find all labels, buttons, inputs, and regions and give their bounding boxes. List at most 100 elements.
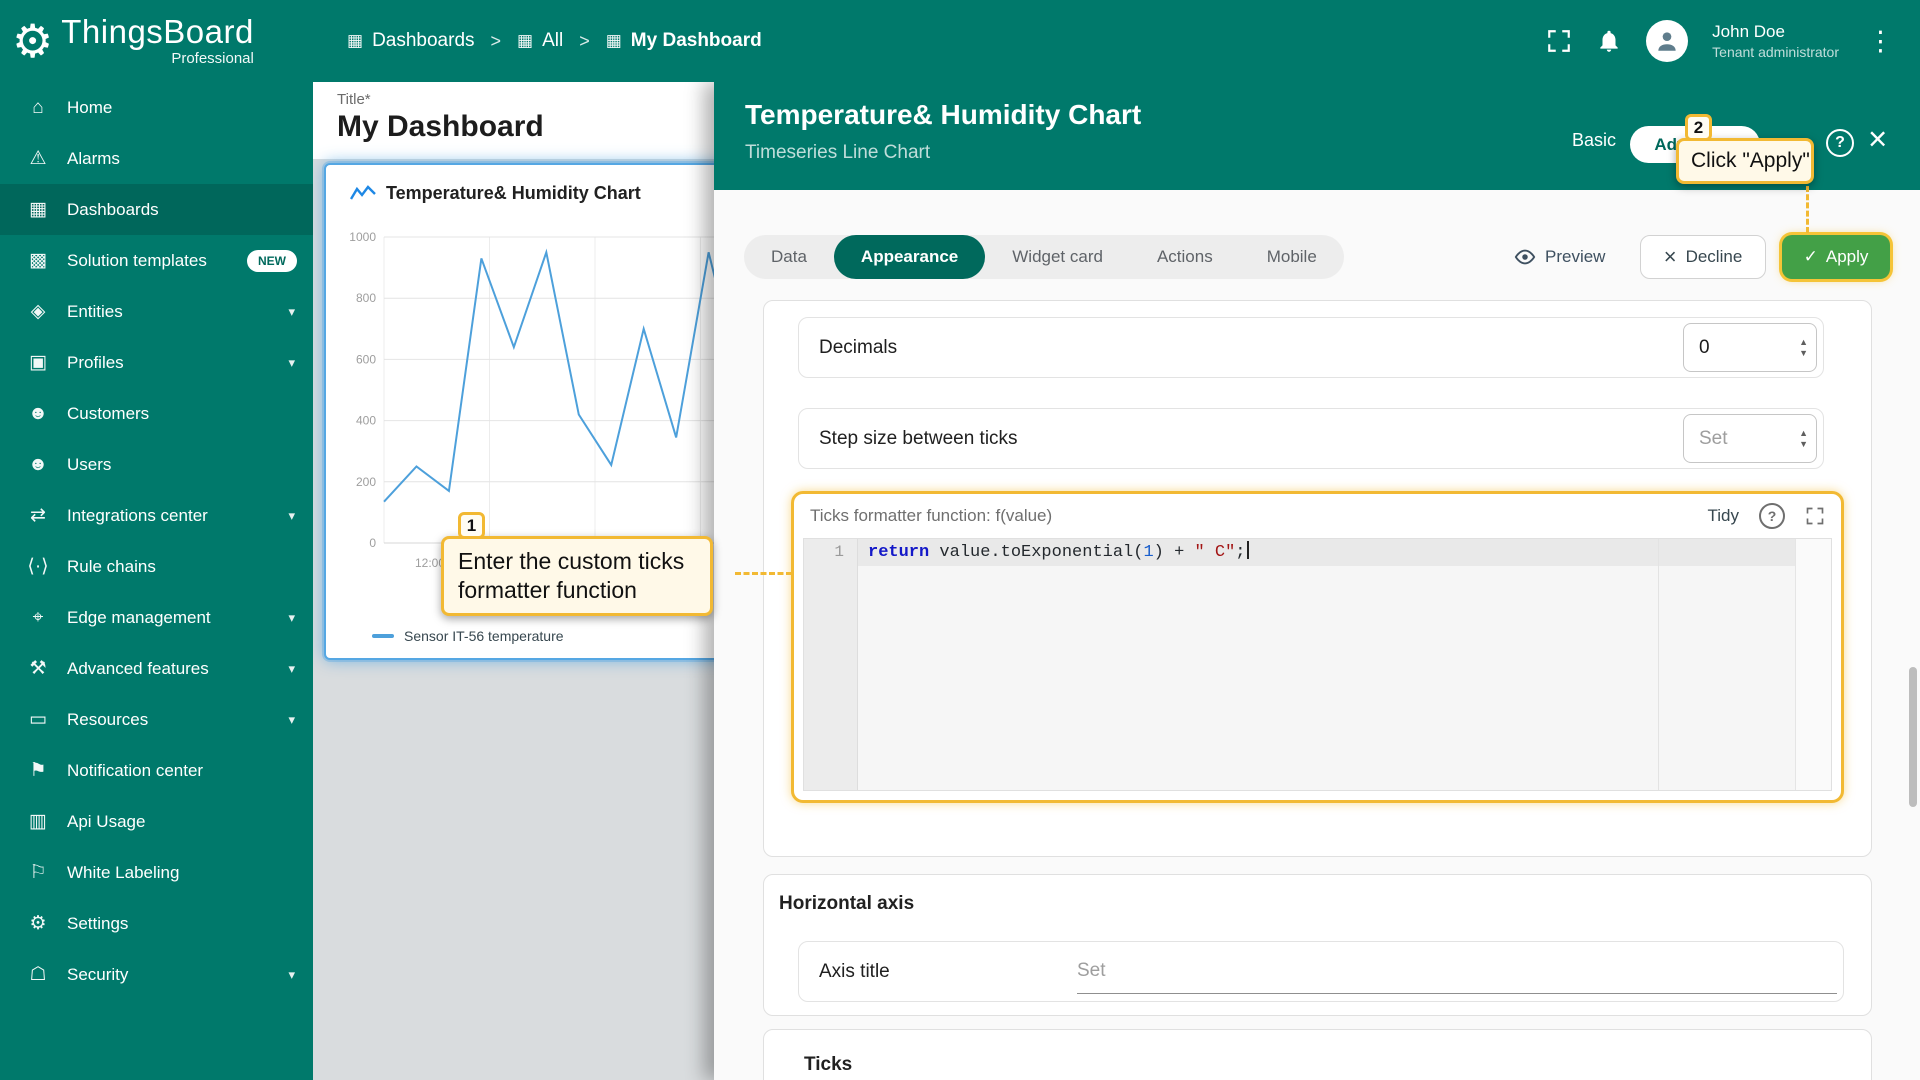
dashboards-icon: ▦ — [22, 198, 54, 221]
home-icon: ⌂ — [22, 97, 54, 119]
sidebar-item-api-usage[interactable]: ▥Api Usage — [0, 796, 313, 847]
logo-subtitle: Professional — [171, 50, 254, 67]
advanced-features-icon: ⚒ — [22, 657, 54, 680]
decline-button[interactable]: × Decline — [1640, 235, 1766, 279]
legend-item[interactable]: Sensor IT-56 temperature — [372, 628, 564, 644]
apply-button[interactable]: ✓ Apply — [1782, 235, 1890, 279]
code-token: 1 — [1143, 543, 1153, 562]
grid-icon: ▦ — [347, 31, 363, 51]
preview-button[interactable]: Preview — [1514, 235, 1605, 279]
step-size-input[interactable]: Set ▲ ▼ — [1683, 414, 1817, 463]
step-size-placeholder: Set — [1699, 428, 1791, 450]
fullscreen-icon[interactable] — [1805, 506, 1825, 526]
horizontal-axis-card: Horizontal axis Axis title Set — [763, 874, 1872, 1016]
settings-icon: ⚙ — [22, 912, 54, 935]
sidebar-item-alarms[interactable]: ⚠Alarms — [0, 133, 313, 184]
fullscreen-button[interactable] — [1546, 28, 1572, 54]
step-size-label: Step size between ticks — [819, 428, 1018, 450]
callout-1-text: Enter the custom ticks formatter functio… — [458, 547, 696, 605]
help-button[interactable]: ? — [1826, 129, 1854, 157]
tidy-button[interactable]: Tidy — [1708, 506, 1740, 526]
decimals-input[interactable]: 0 ▲ ▼ — [1683, 323, 1817, 372]
sidebar-item-edge-management[interactable]: ⌖Edge management▾ — [0, 592, 313, 643]
breadcrumb: ▦Dashboards>▦All>▦My Dashboard — [347, 30, 762, 52]
callout-1: 1 Enter the custom ticks formatter funct… — [441, 536, 713, 616]
app-logo[interactable]: ⚙ ThingsBoard Professional — [0, 15, 305, 67]
sidebar-item-label: Solution templates — [67, 251, 247, 271]
tab-actions[interactable]: Actions — [1130, 235, 1240, 279]
widget-settings-dialog: Temperature& Humidity Chart Timeseries L… — [714, 82, 1920, 1080]
sidebar-item-label: Entities — [67, 302, 288, 322]
axis-title-label: Axis title — [819, 961, 890, 983]
notifications-button[interactable] — [1596, 28, 1622, 54]
sidebar-item-profiles[interactable]: ▣Profiles▾ — [0, 337, 313, 388]
code-token: ) + — [1154, 543, 1195, 562]
close-icon[interactable]: × — [1868, 120, 1887, 158]
basic-mode-toggle[interactable]: Basic — [1572, 130, 1616, 151]
solution-templates-icon: ▩ — [22, 249, 54, 272]
security-icon: ☖ — [22, 963, 54, 986]
chevron-down-icon: ▾ — [288, 661, 295, 677]
svg-text:200: 200 — [356, 475, 376, 489]
help-button[interactable]: ? — [1759, 503, 1785, 529]
sidebar-item-rule-chains[interactable]: ⟨·⟩Rule chains — [0, 541, 313, 592]
sidebar-item-security[interactable]: ☖Security▾ — [0, 949, 313, 1000]
editor-scrollbar[interactable] — [1795, 539, 1831, 790]
person-icon — [1654, 28, 1680, 54]
sidebar-item-home[interactable]: ⌂ Home — [0, 82, 313, 133]
breadcrumb-separator: > — [579, 31, 590, 52]
sidebar-item-settings[interactable]: ⚙Settings — [0, 898, 313, 949]
logo-title: ThingsBoard — [61, 15, 254, 50]
decimals-row: Decimals 0 ▲ ▼ — [798, 317, 1824, 378]
sidebar-item-label: Api Usage — [67, 812, 299, 832]
sidebar-item-users[interactable]: ☻Users — [0, 439, 313, 490]
breadcrumb-label: All — [542, 30, 563, 52]
header-actions: John Doe Tenant administrator ⋮ — [1546, 20, 1920, 62]
scrollbar-thumb[interactable] — [1909, 667, 1917, 807]
sidebar-item-label: Users — [67, 455, 299, 475]
sidebar-item-white-labeling[interactable]: ⚐White Labeling — [0, 847, 313, 898]
tab-widget-card[interactable]: Widget card — [985, 235, 1130, 279]
sidebar-item-customers[interactable]: ☻Customers — [0, 388, 313, 439]
sidebar-item-integrations-center[interactable]: ⇄Integrations center▾ — [0, 490, 313, 541]
user-info: John Doe Tenant administrator — [1712, 21, 1839, 61]
number-stepper[interactable]: ▲ ▼ — [1791, 339, 1808, 357]
sidebar-item-dashboards[interactable]: ▦Dashboards — [0, 184, 313, 235]
sidebar-item-label: Integrations center — [67, 506, 288, 526]
stepper-up-icon[interactable]: ▲ — [1799, 339, 1808, 346]
stepper-up-icon[interactable]: ▲ — [1799, 430, 1808, 437]
kebab-menu-button[interactable]: ⋮ — [1863, 26, 1898, 57]
decline-label: Decline — [1686, 247, 1743, 267]
sidebar-item-resources[interactable]: ▭Resources▾ — [0, 694, 313, 745]
profiles-icon: ▣ — [22, 351, 54, 374]
tab-data[interactable]: Data — [744, 235, 834, 279]
sidebar-item-label: Home — [67, 98, 299, 118]
stepper-down-icon[interactable]: ▼ — [1799, 441, 1808, 448]
widget-header: Temperature& Humidity Chart — [350, 183, 641, 204]
callout-2-number: 2 — [1685, 114, 1712, 141]
preview-label: Preview — [1545, 247, 1605, 267]
axis-title-input[interactable]: Set — [1077, 949, 1837, 994]
code-token: ; — [1235, 543, 1245, 562]
sidebar-item-entities[interactable]: ◈Entities▾ — [0, 286, 313, 337]
sidebar-item-notification-center[interactable]: ⚑Notification center — [0, 745, 313, 796]
apply-label: Apply — [1826, 247, 1869, 267]
svg-text:600: 600 — [356, 352, 376, 366]
tab-mobile[interactable]: Mobile — [1240, 235, 1344, 279]
breadcrumb-item[interactable]: ▦Dashboards — [347, 30, 475, 52]
legend-label: Sensor IT-56 temperature — [404, 628, 564, 644]
breadcrumb-item[interactable]: ▦My Dashboard — [606, 30, 762, 52]
sidebar-item-solution-templates[interactable]: ▩ Solution templatesNEW — [0, 235, 313, 286]
svg-text:800: 800 — [356, 291, 376, 305]
new-badge: NEW — [247, 250, 297, 272]
tab-appearance[interactable]: Appearance — [834, 235, 985, 279]
breadcrumb-item[interactable]: ▦All — [517, 30, 563, 52]
number-stepper[interactable]: ▲ ▼ — [1791, 430, 1808, 448]
code-editor[interactable]: 1 return value.toExponential(1) + " C"; — [803, 538, 1832, 791]
axis-settings-card: Decimals 0 ▲ ▼ Step size between ticks S… — [763, 300, 1872, 857]
sidebar-item-advanced-features[interactable]: ⚒Advanced features▾ — [0, 643, 313, 694]
ticks-formatter-section: Ticks formatter function: f(value) Tidy … — [791, 491, 1844, 803]
avatar[interactable] — [1646, 20, 1688, 62]
code-area[interactable]: return value.toExponential(1) + " C"; — [858, 539, 1831, 790]
stepper-down-icon[interactable]: ▼ — [1799, 350, 1808, 357]
